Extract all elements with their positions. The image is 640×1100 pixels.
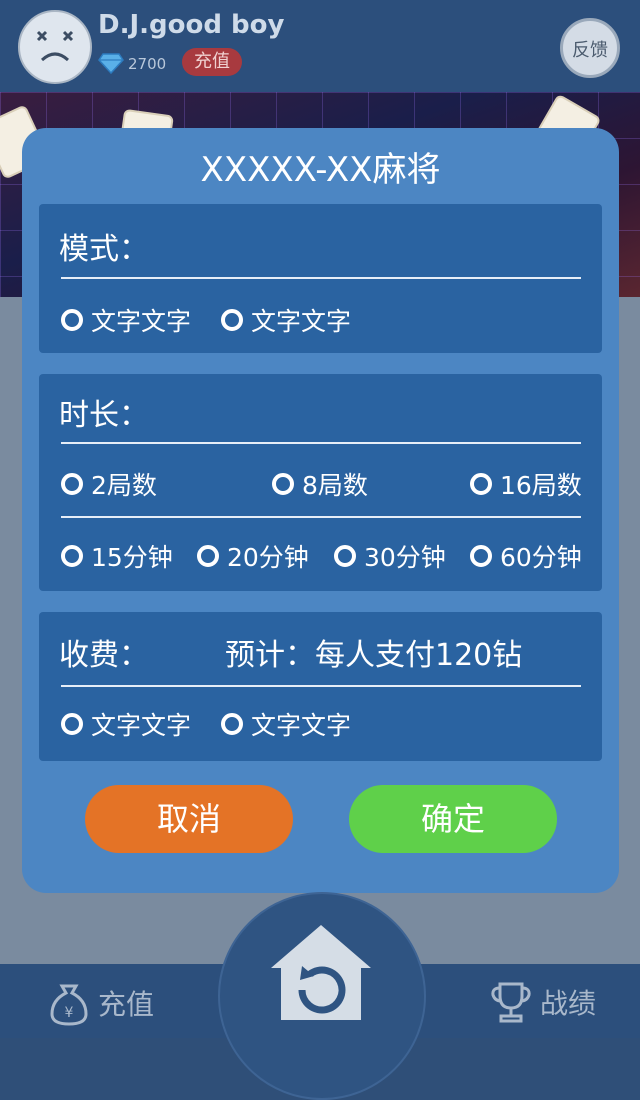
feedback-button[interactable]: 反馈 [560, 18, 620, 78]
divider [61, 516, 581, 518]
mode-option-2-label: 文字文字 [251, 307, 352, 336]
minutes-option-15[interactable]: 15分钟 [61, 538, 173, 574]
cancel-button[interactable]: 取消 [85, 785, 293, 853]
fee-option-1[interactable]: 文字文字 [61, 706, 191, 742]
mode-option-1-label: 文字文字 [91, 307, 192, 336]
username: D.J.good boy [98, 10, 285, 40]
radio-icon [61, 309, 83, 331]
rounds-option-8[interactable]: 8局数 [272, 466, 368, 502]
home-refresh-icon [271, 925, 371, 1020]
rounds-option-label: 8局数 [302, 471, 368, 500]
minutes-option-label: 20分钟 [227, 543, 309, 572]
create-room-dialog: XXXXX-XX麻将 模式： 文字文字 文字文字 时长： 2局数 8局数 16局… [22, 128, 619, 893]
duration-label: 时长： [59, 398, 149, 433]
mode-panel: 模式： 文字文字 文字文字 [39, 204, 602, 353]
home-button[interactable] [218, 892, 426, 1100]
fee-panel: 收费： 预计：每人支付120钻 文字文字 文字文字 [39, 612, 602, 761]
nav-records-label: 战绩 [540, 987, 597, 1020]
mode-label: 模式： [59, 232, 149, 267]
radio-icon [61, 473, 83, 495]
fee-estimate: 预计：每人支付120钻 [225, 638, 523, 673]
nav-records[interactable]: 战绩 [490, 980, 596, 1024]
divider [61, 277, 581, 279]
mode-option-1[interactable]: 文字文字 [61, 302, 191, 338]
minutes-option-label: 60分钟 [500, 543, 582, 572]
radio-icon [334, 545, 356, 567]
fee-option-2[interactable]: 文字文字 [221, 706, 351, 742]
radio-icon [221, 713, 243, 735]
radio-icon [197, 545, 219, 567]
radio-icon [470, 473, 492, 495]
dialog-title: XXXXX-XX麻将 [200, 150, 441, 190]
diamond-count: 2700 [128, 55, 167, 73]
radio-icon [221, 309, 243, 331]
mode-option-2[interactable]: 文字文字 [221, 302, 351, 338]
fee-option-1-label: 文字文字 [91, 711, 192, 740]
rounds-option-16[interactable]: 16局数 [470, 466, 582, 502]
rounds-option-label: 16局数 [500, 471, 582, 500]
nav-recharge-label: 充值 [98, 988, 155, 1021]
recharge-badge[interactable]: 充值 [182, 48, 242, 76]
confirm-button[interactable]: 确定 [349, 785, 557, 853]
sad-face-icon [36, 30, 74, 62]
minutes-option-60[interactable]: 60分钟 [470, 538, 582, 574]
diamond-icon [98, 53, 124, 74]
fee-option-2-label: 文字文字 [251, 711, 352, 740]
nav-recharge[interactable]: ¥ 充值 [48, 980, 154, 1026]
minutes-option-label: 15分钟 [91, 543, 173, 572]
fee-label: 收费： [59, 638, 149, 673]
radio-icon [272, 473, 294, 495]
radio-icon [470, 545, 492, 567]
avatar[interactable] [18, 10, 92, 84]
top-header: D.J.good boy 2700 充值 反馈 [0, 0, 640, 92]
divider [61, 442, 581, 444]
trophy-icon [491, 982, 531, 1023]
money-bag-icon: ¥ [50, 984, 88, 1026]
rounds-option-label: 2局数 [91, 471, 157, 500]
duration-panel: 时长： 2局数 8局数 16局数 15分钟 20分钟 30分钟 60分钟 [39, 374, 602, 591]
minutes-option-label: 30分钟 [364, 543, 446, 572]
divider [61, 685, 581, 687]
minutes-option-30[interactable]: 30分钟 [334, 538, 446, 574]
rounds-option-2[interactable]: 2局数 [61, 466, 157, 502]
radio-icon [61, 545, 83, 567]
svg-text:¥: ¥ [65, 1005, 74, 1021]
radio-icon [61, 713, 83, 735]
minutes-option-20[interactable]: 20分钟 [197, 538, 309, 574]
